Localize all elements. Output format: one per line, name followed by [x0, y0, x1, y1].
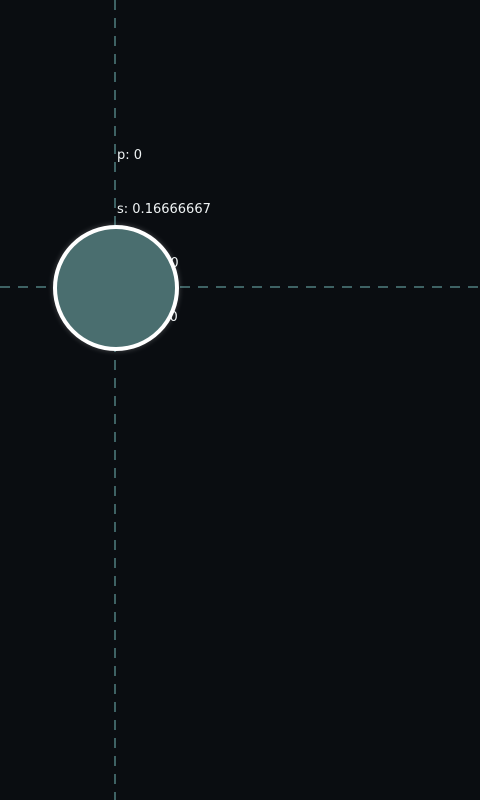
crosshair-guides	[0, 0, 480, 800]
drag-handle-circle[interactable]	[53, 225, 179, 351]
canvas-screen[interactable]: p: 0 s: 0.16666667 x: 115,00 y: 287,00	[0, 0, 480, 800]
readout-s: s: 0.16666667	[117, 202, 211, 217]
readout-p: p: 0	[117, 148, 143, 163]
